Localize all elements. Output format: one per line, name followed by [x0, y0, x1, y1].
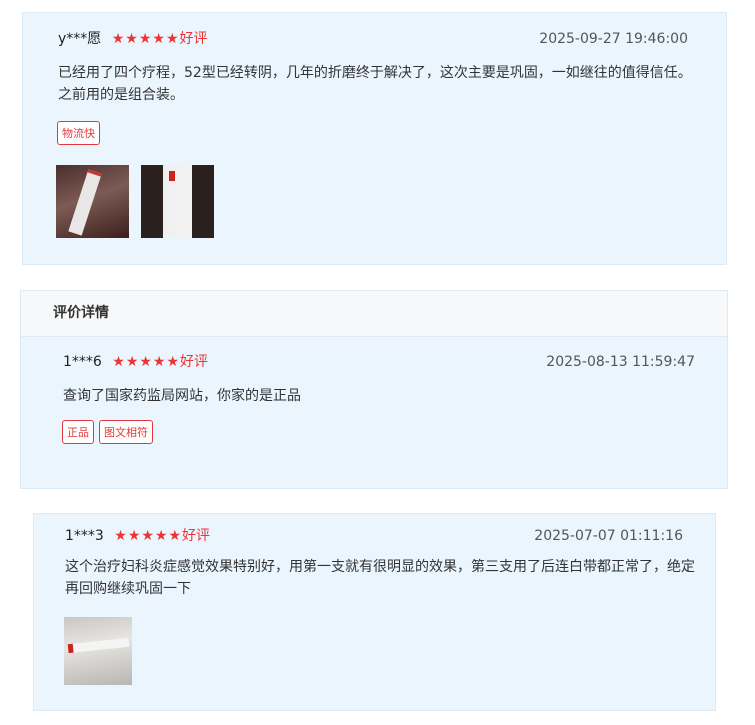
star-rating: ★★★★★ [112, 354, 181, 370]
review-images [56, 165, 214, 238]
review-image-thumbnail[interactable] [141, 165, 214, 238]
reviewer-name: y***愿 [58, 31, 102, 47]
review-date: 2025-07-07 01:11:16 [534, 528, 683, 544]
review-image-thumbnail[interactable] [64, 617, 132, 685]
reviewer-name: 1***3 [65, 528, 104, 544]
tag-badge: 物流快 [57, 121, 100, 145]
rating-label: 好评 [179, 31, 208, 47]
review-header: 1***3 ★★★★★好评 2025-07-07 01:11:16 [65, 526, 683, 546]
review-image-thumbnail[interactable] [56, 165, 129, 238]
review-images [64, 617, 132, 685]
review-header: y***愿 ★★★★★好评 2025-09-27 19:46:00 [58, 29, 688, 49]
review-date: 2025-08-13 11:59:47 [546, 354, 695, 370]
review-card: y***愿 ★★★★★好评 2025-09-27 19:46:00 已经用了四个… [22, 12, 727, 265]
tag-badge: 图文相符 [99, 420, 153, 444]
star-rating: ★★★★★ [114, 528, 183, 544]
reviewer-name: 1***6 [63, 354, 102, 370]
review-tags: 正品 图文相符 [62, 420, 153, 444]
review-card: 1***3 ★★★★★好评 2025-07-07 01:11:16 这个治疗妇科… [33, 513, 716, 711]
review-text: 查询了国家药监局网站，你家的是正品 [63, 388, 301, 404]
review-tags: 物流快 [57, 121, 100, 145]
tag-badge: 正品 [62, 420, 94, 444]
review-card: 评价详情 1***6 ★★★★★好评 2025-08-13 11:59:47 查… [20, 290, 728, 489]
review-header: 1***6 ★★★★★好评 2025-08-13 11:59:47 [63, 352, 695, 372]
review-date: 2025-09-27 19:46:00 [539, 31, 688, 47]
section-header: 评价详情 [21, 291, 727, 337]
review-text: 这个治疗妇科炎症感觉效果特别好，用第一支就有很明显的效果，第三支用了后连白带都正… [65, 559, 695, 597]
star-rating: ★★★★★ [111, 31, 180, 47]
rating-label: 好评 [182, 528, 211, 544]
rating-label: 好评 [180, 354, 209, 370]
review-text: 已经用了四个疗程，52型已经转阴，几年的折磨终于解决了，这次主要是巩固，一如继往… [58, 65, 692, 103]
